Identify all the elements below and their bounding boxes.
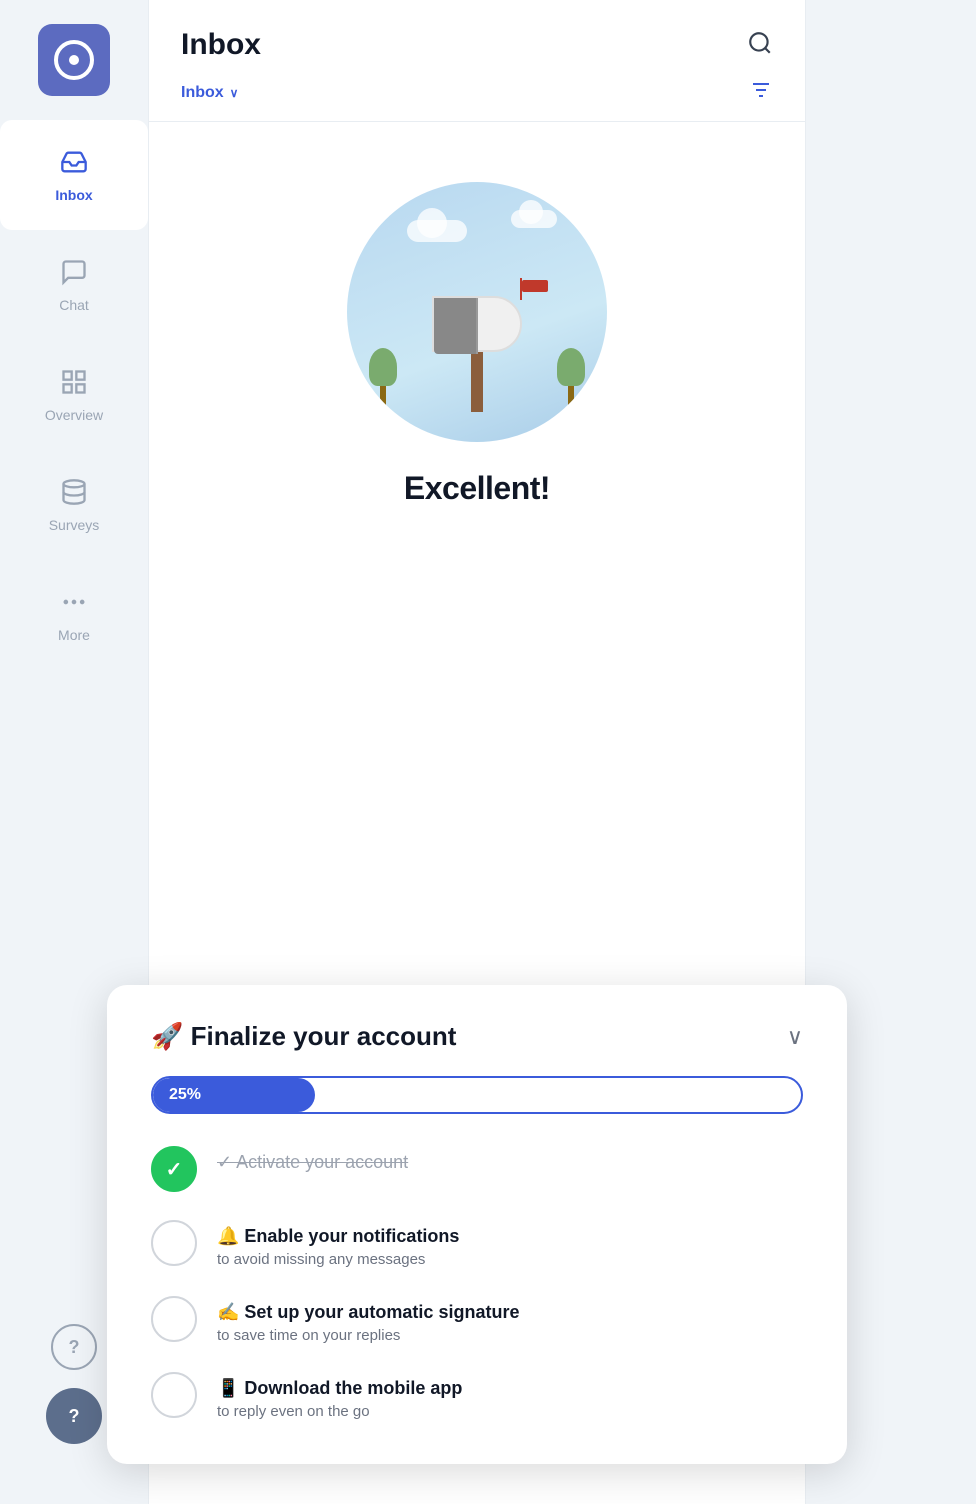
main-header: Inbox Inbox ∨	[149, 0, 805, 122]
check-circle-mobile	[151, 1372, 197, 1418]
help-icon-filled[interactable]: ?	[46, 1388, 102, 1444]
checklist-item-activate[interactable]: ✓ Activate your account	[151, 1146, 803, 1192]
filter-icon[interactable]	[749, 78, 773, 107]
sidebar-item-inbox[interactable]: Inbox	[0, 120, 148, 230]
checklist-text-notifications: 🔔 Enable your notifications to avoid mis…	[217, 1220, 459, 1268]
chat-icon	[60, 258, 88, 291]
logo-ring	[54, 40, 94, 80]
sidebar-item-surveys[interactable]: Surveys	[0, 450, 148, 560]
progress-fill: 25%	[153, 1078, 315, 1112]
checklist-item-signature[interactable]: ✍️ Set up your automatic signature to sa…	[151, 1296, 803, 1344]
checklist-subtitle-signature: to save time on your replies	[217, 1327, 519, 1344]
inbox-content: Excellent!	[149, 122, 805, 507]
checklist: ✓ Activate your account 🔔 Enable your no…	[151, 1146, 803, 1420]
checklist-title-notifications: 🔔 Enable your notifications	[217, 1226, 459, 1247]
check-circle-notifications	[151, 1220, 197, 1266]
checklist-text-activate: ✓ Activate your account	[217, 1146, 408, 1173]
subheader-row: Inbox ∨	[181, 78, 773, 121]
checklist-item-notifications[interactable]: 🔔 Enable your notifications to avoid mis…	[151, 1220, 803, 1268]
chevron-down-icon: ∨	[230, 86, 239, 100]
checklist-subtitle-notifications: to avoid missing any messages	[217, 1251, 459, 1268]
sidebar-item-overview[interactable]: Overview	[0, 340, 148, 450]
sidebar-navigation: Inbox Chat Overview	[0, 120, 148, 670]
mailbox-group	[471, 342, 483, 412]
page-title: Inbox	[181, 28, 261, 62]
search-icon[interactable]	[747, 30, 773, 61]
sidebar-item-more[interactable]: More	[0, 560, 148, 670]
checklist-text-mobile: 📱 Download the mobile app to reply even …	[217, 1372, 462, 1420]
help-label: ?	[69, 1337, 80, 1358]
checklist-item-mobile[interactable]: 📱 Download the mobile app to reply even …	[151, 1372, 803, 1420]
checklist-text-signature: ✍️ Set up your automatic signature to sa…	[217, 1296, 519, 1344]
tree-right	[557, 348, 585, 406]
sidebar-overview-label: Overview	[45, 407, 103, 423]
main-panel: Inbox Inbox ∨	[148, 0, 806, 1504]
finalize-header: 🚀 Finalize your account ∨	[151, 1021, 803, 1052]
surveys-icon	[60, 478, 88, 511]
checklist-title-activate: ✓ Activate your account	[217, 1152, 408, 1173]
finalize-title: 🚀 Finalize your account	[151, 1021, 456, 1052]
check-circle-activate	[151, 1146, 197, 1192]
more-icon	[60, 588, 88, 621]
sidebar-more-label: More	[58, 627, 90, 643]
checklist-title-mobile: 📱 Download the mobile app	[217, 1378, 462, 1399]
sidebar-item-chat[interactable]: Chat	[0, 230, 148, 340]
sidebar-inbox-label: Inbox	[55, 187, 92, 203]
check-circle-signature	[151, 1296, 197, 1342]
app-logo[interactable]	[38, 24, 110, 96]
sidebar-bottom: ? ?	[46, 1324, 102, 1444]
mailbox-illustration	[347, 182, 607, 442]
title-row: Inbox	[181, 28, 773, 62]
checklist-title-signature: ✍️ Set up your automatic signature	[217, 1302, 519, 1323]
help-icon-outline[interactable]: ?	[51, 1324, 97, 1370]
dropdown-label: Inbox	[181, 84, 224, 102]
finalize-card: 🚀 Finalize your account ∨ 25% ✓ Activate…	[107, 985, 847, 1464]
overview-icon	[60, 368, 88, 401]
help-filled-label: ?	[69, 1406, 80, 1427]
excellent-heading: Excellent!	[404, 470, 550, 507]
progress-bar-container: 25%	[151, 1076, 803, 1114]
sidebar-logo	[0, 0, 148, 120]
cloud-right	[511, 210, 557, 228]
inbox-icon	[60, 148, 88, 181]
sidebar-chat-label: Chat	[59, 297, 89, 313]
sidebar-surveys-label: Surveys	[49, 517, 100, 533]
mailbox-door	[434, 298, 478, 354]
progress-label: 25%	[169, 1086, 201, 1104]
collapse-button[interactable]: ∨	[787, 1024, 803, 1050]
mailbox-flag	[520, 278, 522, 300]
logo-dot	[69, 55, 79, 65]
checklist-subtitle-mobile: to reply even on the go	[217, 1403, 462, 1420]
inbox-dropdown[interactable]: Inbox ∨	[181, 84, 238, 102]
cloud-left	[407, 220, 467, 242]
tree-left	[369, 348, 397, 406]
mailbox-body	[432, 296, 522, 352]
